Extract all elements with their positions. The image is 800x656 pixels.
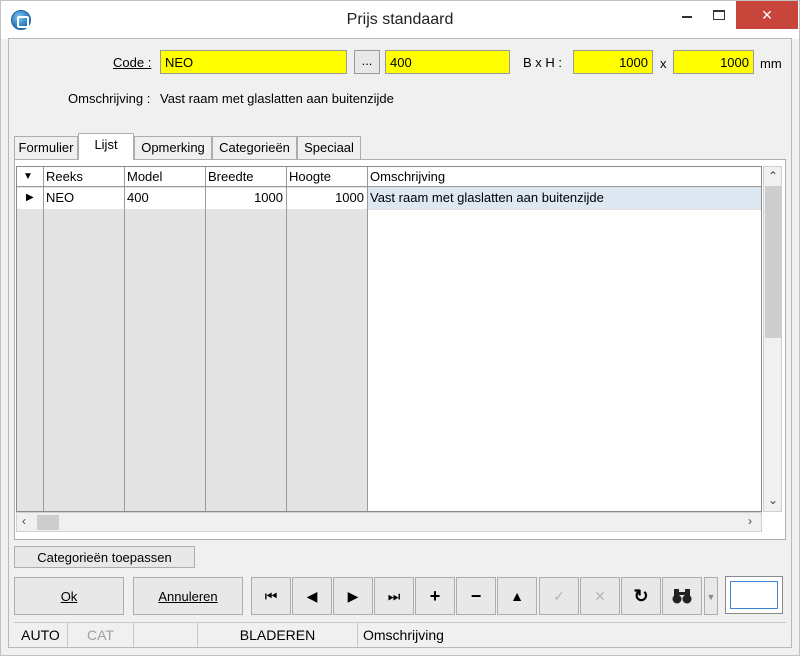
up-icon: ▲ xyxy=(510,588,524,604)
description-value: Vast raam met glaslatten aan buitenzijde xyxy=(160,91,394,106)
vertical-scrollbar[interactable]: ⌃ ⌄ xyxy=(763,166,782,512)
column-header-omschrijving[interactable]: Omschrijving xyxy=(367,167,761,187)
maximize-icon xyxy=(713,10,725,20)
horizontal-scroll-thumb[interactable] xyxy=(37,515,59,530)
vertical-scroll-thumb[interactable] xyxy=(765,186,781,338)
previous-record-button[interactable]: ◀ xyxy=(292,577,332,615)
next-icon: ▶ xyxy=(347,587,359,604)
grid-divider xyxy=(43,167,44,511)
tab-formulier[interactable]: Formulier xyxy=(14,136,78,160)
minimize-button[interactable] xyxy=(672,1,702,29)
code-label: Code : xyxy=(113,55,152,70)
cell-omschrijving[interactable]: Vast raam met glaslatten aan buitenzijde xyxy=(367,188,761,209)
grid-divider xyxy=(205,167,206,511)
code-lookup-button[interactable]: ... xyxy=(354,50,380,74)
times-label: x xyxy=(660,56,667,71)
cell-reeks[interactable]: NEO xyxy=(43,188,124,209)
scroll-up-icon[interactable]: ⌃ xyxy=(768,169,778,183)
size-label: B x H : xyxy=(523,55,563,70)
width-input[interactable] xyxy=(573,50,653,74)
column-header-breedte[interactable]: Breedte xyxy=(205,167,286,187)
ok-button[interactable]: Ok xyxy=(14,577,124,615)
next-record-button[interactable]: ▶ xyxy=(333,577,373,615)
status-auto: AUTO xyxy=(14,623,68,647)
prev-icon: ◀ xyxy=(306,587,318,604)
binoculars-icon xyxy=(672,589,692,604)
cell-breedte[interactable]: 1000 xyxy=(205,188,286,209)
cell-hoogte[interactable]: 1000 xyxy=(286,188,367,209)
search-input[interactable] xyxy=(730,581,778,609)
add-icon: + xyxy=(429,585,441,606)
row-indicator-icon: ▶ xyxy=(17,188,43,209)
tab-lijst[interactable]: Lijst xyxy=(78,133,134,160)
cancel-edit-icon: ✕ xyxy=(594,587,606,604)
apply-categories-button[interactable]: Categorieën toepassen xyxy=(14,546,195,568)
column-header-hoogte[interactable]: Hoogte xyxy=(286,167,367,187)
cell-model[interactable]: 400 xyxy=(124,188,205,209)
horizontal-scrollbar[interactable]: ‹ › xyxy=(16,512,762,532)
table-row[interactable]: ▶ NEO 400 1000 1000 Vast raam met glasla… xyxy=(17,188,761,209)
maximize-button[interactable] xyxy=(704,1,734,29)
tab-opmerking[interactable]: Opmerking xyxy=(134,136,212,160)
refresh-button[interactable]: ↻ xyxy=(621,577,661,615)
tab-speciaal[interactable]: Speciaal xyxy=(297,136,361,160)
scroll-left-icon[interactable]: ‹ xyxy=(22,514,26,528)
search-dropdown-icon[interactable]: ▼ xyxy=(704,577,718,615)
model-input[interactable] xyxy=(385,50,510,74)
confirm-icon: ✓ xyxy=(553,587,565,604)
status-cat: CAT xyxy=(68,623,134,647)
title-bar: Prijs standaard × xyxy=(1,1,799,39)
status-blank xyxy=(134,623,198,647)
status-bar: AUTO CAT BLADEREN Omschrijving xyxy=(14,622,786,647)
last-record-button[interactable]: ⏭ xyxy=(374,577,414,615)
height-input[interactable] xyxy=(673,50,754,74)
grid-empty-area xyxy=(367,210,761,511)
grid-divider xyxy=(286,167,287,511)
cancel-edit-button[interactable]: ✕ xyxy=(580,577,620,615)
unit-label: mm xyxy=(760,56,782,71)
tab-categorieen[interactable]: Categorieën xyxy=(212,136,297,160)
first-record-button[interactable]: ⏮ xyxy=(251,577,291,615)
search-field[interactable] xyxy=(725,576,783,614)
remove-icon: − xyxy=(470,585,482,606)
last-icon: ⏭ xyxy=(387,587,401,604)
search-button[interactable] xyxy=(662,577,702,615)
grid-header-indicator[interactable]: ▼ xyxy=(17,167,43,187)
minimize-icon xyxy=(682,16,692,18)
scroll-right-icon[interactable]: › xyxy=(748,514,752,528)
cancel-button[interactable]: Annuleren xyxy=(133,577,243,615)
column-header-reeks[interactable]: Reeks xyxy=(43,167,124,187)
description-label: Omschrijving : xyxy=(68,91,151,106)
post-record-button[interactable]: ✓ xyxy=(539,577,579,615)
column-header-model[interactable]: Model xyxy=(124,167,205,187)
first-icon: ⏮ xyxy=(264,587,278,604)
code-input[interactable] xyxy=(160,50,347,74)
status-mode: BLADEREN xyxy=(198,623,358,647)
data-grid[interactable]: ▼ Reeks Model Breedte Hoogte Omschrijvin… xyxy=(16,166,762,512)
delete-record-button[interactable]: − xyxy=(456,577,496,615)
edit-record-button[interactable]: ▲ xyxy=(497,577,537,615)
grid-divider xyxy=(367,167,368,511)
add-record-button[interactable]: + xyxy=(415,577,455,615)
close-button[interactable]: × xyxy=(736,1,798,29)
scroll-down-icon[interactable]: ⌄ xyxy=(768,493,778,507)
refresh-icon: ↻ xyxy=(633,585,649,606)
grid-divider xyxy=(124,167,125,511)
close-icon: × xyxy=(761,4,773,25)
status-field: Omschrijving xyxy=(363,627,444,643)
